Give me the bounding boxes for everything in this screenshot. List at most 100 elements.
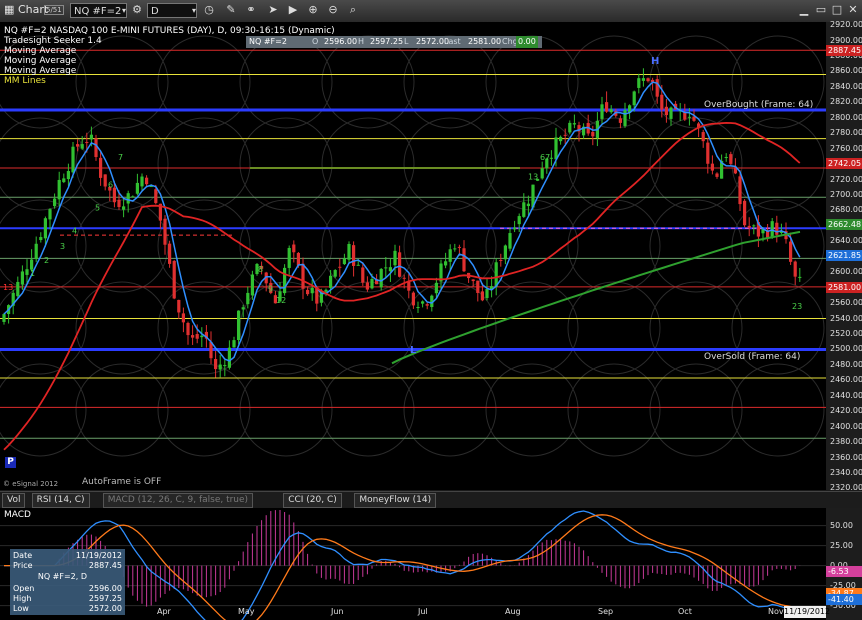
- candle-body: [80, 144, 84, 149]
- current-date-box: 11/19/2012: [784, 606, 831, 618]
- study-tab[interactable]: MoneyFlow (14): [354, 493, 437, 508]
- study-tab[interactable]: Vol: [2, 493, 26, 508]
- candle-body: [747, 225, 751, 228]
- price-tick-label: 2380.00: [830, 437, 862, 447]
- candle-body: [517, 216, 521, 225]
- candle-body: [499, 259, 503, 261]
- close-icon[interactable]: ✕: [846, 3, 860, 17]
- candle-body: [715, 173, 719, 177]
- legend-study-ma2[interactable]: Moving Average: [4, 56, 335, 66]
- price-tick-label: 2820.00: [830, 97, 862, 107]
- candle-body: [793, 261, 797, 277]
- candle-body: [421, 301, 425, 304]
- candle-body: [135, 182, 139, 194]
- chart-toolbar: ▦ Chart 5/51 NQ #F=2 ▾ ⚙ D ▾ ◷ ✎ ⚭ ➤ ▶ ⊕…: [0, 0, 862, 23]
- candle-body: [471, 279, 475, 282]
- candle-body: [513, 227, 517, 230]
- seeker-count-mark: 67: [540, 153, 550, 162]
- candle-body: [214, 359, 218, 370]
- candle-body: [476, 280, 480, 293]
- link-icon[interactable]: ⚭: [244, 3, 258, 17]
- candle-body: [655, 79, 659, 97]
- candle-body: [572, 123, 576, 125]
- price-tick-label: 2640.00: [830, 236, 862, 246]
- candle-body: [559, 136, 563, 142]
- candle-body: [338, 266, 342, 268]
- interval-chevron-icon[interactable]: ▾: [187, 4, 201, 18]
- candle-body: [752, 225, 756, 227]
- macd-tick-label: 50.00: [830, 520, 853, 530]
- play-icon[interactable]: ▶: [286, 3, 300, 17]
- candle-body: [609, 109, 613, 113]
- candle-body: [310, 287, 314, 294]
- zoom-in-icon[interactable]: ⊕: [306, 3, 320, 17]
- month-label: May: [238, 607, 255, 616]
- price-tag: 2887.45: [826, 45, 862, 57]
- link-badge[interactable]: 5/51: [44, 5, 64, 15]
- macd-pane[interactable]: [0, 508, 862, 620]
- candle-body: [324, 289, 328, 292]
- quote-bar: NQ #F=2 O 2596.00 H 2597.25 L 2572.00 La…: [246, 36, 542, 48]
- price-tick-label: 2420.00: [830, 406, 862, 416]
- candle-body: [411, 292, 415, 306]
- chevron-down-icon[interactable]: ▾: [117, 4, 131, 18]
- candle-body: [283, 267, 287, 294]
- minimize-icon[interactable]: ▁: [797, 3, 811, 17]
- candle-body: [701, 132, 705, 142]
- legend-title: NQ #F=2 NASDAQ 100 E-MINI FUTURES (DAY),…: [4, 26, 335, 36]
- seeker-count-mark: 5: [95, 203, 100, 212]
- quote-low-label: L: [404, 37, 409, 46]
- price-chart[interactable]: 123456789121367: [0, 22, 862, 490]
- draw-pencil-icon[interactable]: ✎: [224, 3, 238, 17]
- info-open-value: 2596.00: [88, 584, 122, 593]
- candle-body: [710, 163, 714, 171]
- candle-body: [775, 222, 779, 235]
- candle-body: [329, 275, 333, 288]
- candle-body: [241, 307, 245, 310]
- candle-body: [34, 243, 38, 260]
- study-tab[interactable]: CCI (20, C): [283, 493, 342, 508]
- price-tick-label: 2800.00: [830, 112, 862, 122]
- candle-body: [485, 289, 489, 298]
- p-marker[interactable]: P: [5, 457, 16, 468]
- data-window[interactable]: Date 11/19/2012 Price 2887.45 NQ #F=2, D…: [10, 549, 125, 615]
- restore-icon[interactable]: ▭: [814, 3, 828, 17]
- candle-body: [444, 261, 448, 266]
- month-label: Jun: [331, 607, 344, 616]
- candle-body: [342, 258, 346, 265]
- candle-body: [388, 267, 392, 272]
- legend-study-ma3[interactable]: Moving Average: [4, 66, 335, 76]
- price-tick-label: 2860.00: [830, 66, 862, 76]
- zoom-out-icon[interactable]: ⊖: [326, 3, 340, 17]
- candle-body: [724, 156, 728, 158]
- gear-icon[interactable]: ⚙: [130, 3, 144, 17]
- candle-body: [301, 263, 305, 289]
- price-tick-label: 2840.00: [830, 81, 862, 91]
- quote-last: 2581.00: [468, 37, 502, 46]
- cursor-icon[interactable]: ➤: [266, 3, 280, 17]
- candle-body: [743, 200, 747, 226]
- maximize-icon[interactable]: □: [830, 3, 844, 17]
- price-tick-label: 2760.00: [830, 143, 862, 153]
- candle-body: [425, 304, 429, 306]
- info-date-label: Date: [13, 551, 33, 560]
- candle-body: [522, 202, 526, 217]
- candle-body: [154, 189, 158, 204]
- legend-study-mm[interactable]: MM Lines: [4, 76, 335, 86]
- clock-icon[interactable]: ◷: [202, 3, 216, 17]
- candle-body: [232, 340, 236, 348]
- info-date-value: 11/19/2012: [75, 551, 122, 560]
- seeker-count-mark: 8: [258, 265, 263, 274]
- price-tick-label: 2460.00: [830, 375, 862, 385]
- candle-body: [218, 364, 222, 370]
- price-tick-label: 2340.00: [830, 468, 862, 477]
- price-tick-label: 2900.00: [830, 35, 862, 45]
- candle-body: [85, 142, 89, 144]
- quote-open-label: O: [312, 37, 319, 46]
- search-icon[interactable]: ⌕: [346, 3, 360, 17]
- candle-body: [172, 260, 176, 299]
- seeker-count-mark: 1: [30, 269, 35, 278]
- study-tab[interactable]: RSI (14, C): [31, 493, 90, 508]
- price-tick-label: 2600.00: [830, 267, 862, 277]
- study-tab[interactable]: MACD (12, 26, C, 9, false, true): [102, 493, 254, 508]
